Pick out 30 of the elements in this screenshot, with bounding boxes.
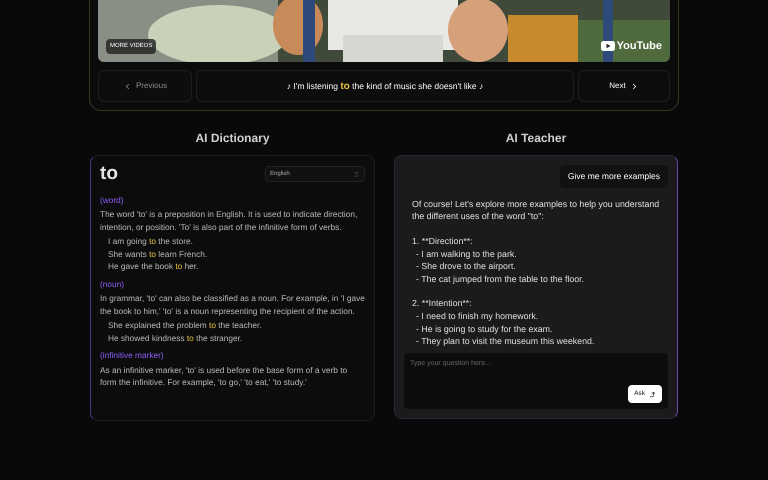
example-sentence: He showed kindness to the stranger. — [108, 332, 244, 344]
part-of-speech: (noun) — [100, 278, 125, 290]
dictionary-heading: AI Dictionary — [194, 130, 270, 147]
reply-text: - He is going to study for the exam. — [415, 322, 554, 336]
part-of-speech: (infinitive marker) — [100, 349, 165, 362]
chevron-updown-icon — [353, 170, 360, 178]
youtube-logo: YouTube — [600, 38, 662, 54]
subtitle-text: ♪ I'm listening to the kind of music she doesn't like ♪ — [286, 80, 484, 94]
headword: to — [100, 162, 118, 186]
definition-text: The word 'to' is a preposition in English. It is used to indicate direction, intention, or position. 'To' is also part of the infinitive form of verbs. — [100, 208, 358, 233]
reply-text: - I need to finish my homework. — [415, 310, 540, 322]
previous-button[interactable]: Previous — [98, 70, 192, 102]
arrow-up-icon — [649, 390, 656, 398]
next-button[interactable]: Next — [578, 70, 670, 102]
reply-text: - I am walking to the park. — [415, 248, 518, 260]
definition-text: In grammar, 'to' can also be classified as a noun. For example, in 'I gave the book to him,' 'to' is a noun representing the recipient of the action. — [100, 292, 365, 317]
example-sentence: He gave the book to her. — [108, 260, 200, 272]
reply-text: - They plan to visit the museum this weekend. — [415, 335, 596, 348]
reply-text: Of course! Let's explore more examples to help you understand the different uses of the word "to": — [412, 198, 660, 223]
reply-text: 2. **Intention**: — [412, 297, 473, 310]
reply-text: 1. **Direction**: — [412, 234, 474, 248]
example-sentence: I am going to the store. — [108, 235, 194, 248]
reply-text: - She drove to the airport. — [415, 260, 517, 273]
example-sentence: She explained the problem to the teacher. — [108, 319, 263, 332]
definition-text: As an infinitive marker, 'to' is used before the base form of a verb to form the infinitive. For example, 'to go,' 'to eat,' 'to study.' — [100, 364, 348, 388]
example-sentence: She wants to learn French. — [108, 248, 208, 260]
user-message: Give me more examples — [560, 165, 668, 188]
teacher-heading: AI Teacher — [504, 130, 568, 147]
reply-text: - The cat jumped from the table to the floor. — [415, 272, 586, 286]
part-of-speech: (word) — [100, 194, 125, 206]
